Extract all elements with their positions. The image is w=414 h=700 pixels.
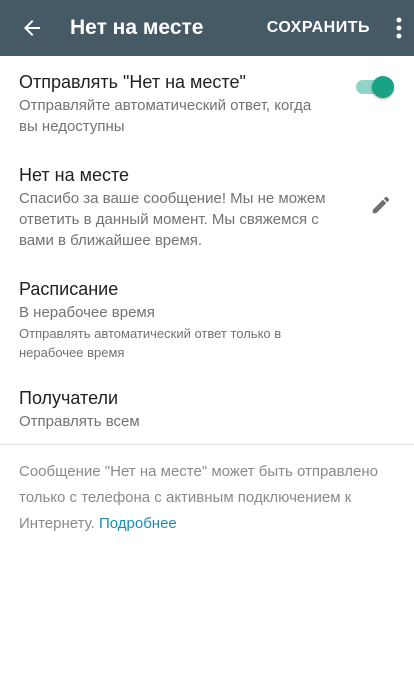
- app-bar: Нет на месте СОХРАНИТЬ: [0, 0, 414, 56]
- edit-message-button[interactable]: [366, 190, 396, 220]
- away-message-title: Нет на месте: [19, 165, 130, 185]
- more-vert-icon: [396, 17, 402, 39]
- divider: [0, 444, 414, 445]
- away-message-text: Спасибо за ваше сообщение! Мы не можем о…: [19, 190, 326, 249]
- learn-more-link[interactable]: Подробнее: [99, 515, 177, 532]
- toggle-thumb: [372, 76, 394, 98]
- footer-note-text: Сообщение "Нет на месте" может быть отпр…: [19, 463, 378, 532]
- back-arrow-icon: [24, 20, 40, 36]
- away-toggle-row[interactable]: Отправлять "Нет на месте" Отправляйте ав…: [0, 56, 414, 146]
- save-button[interactable]: СОХРАНИТЬ: [267, 19, 370, 37]
- recipients-title: Получатели: [19, 388, 119, 408]
- schedule-title: Расписание: [19, 279, 119, 299]
- back-button[interactable]: [4, 0, 60, 56]
- away-message-row[interactable]: Нет на месте Спасибо за ваше сообщение! …: [0, 146, 414, 258]
- pencil-icon: [372, 196, 390, 214]
- away-toggle-title: Отправлять "Нет на месте": [19, 72, 246, 92]
- more-options-button[interactable]: [384, 0, 414, 56]
- footer-note: Сообщение "Нет на месте" может быть отпр…: [19, 459, 389, 537]
- page-title: Нет на месте: [70, 16, 204, 39]
- away-toggle-switch[interactable]: [356, 76, 394, 98]
- schedule-row[interactable]: Расписание В нерабочее время Отправлять …: [0, 258, 414, 370]
- away-toggle-description: Отправляйте автоматический ответ, когда …: [19, 97, 312, 135]
- schedule-hint: Отправлять автоматический ответ только в…: [19, 326, 282, 360]
- schedule-value: В нерабочее время: [19, 304, 155, 321]
- recipients-row[interactable]: Получатели Отправлять всем: [0, 370, 414, 444]
- recipients-value: Отправлять всем: [19, 413, 140, 430]
